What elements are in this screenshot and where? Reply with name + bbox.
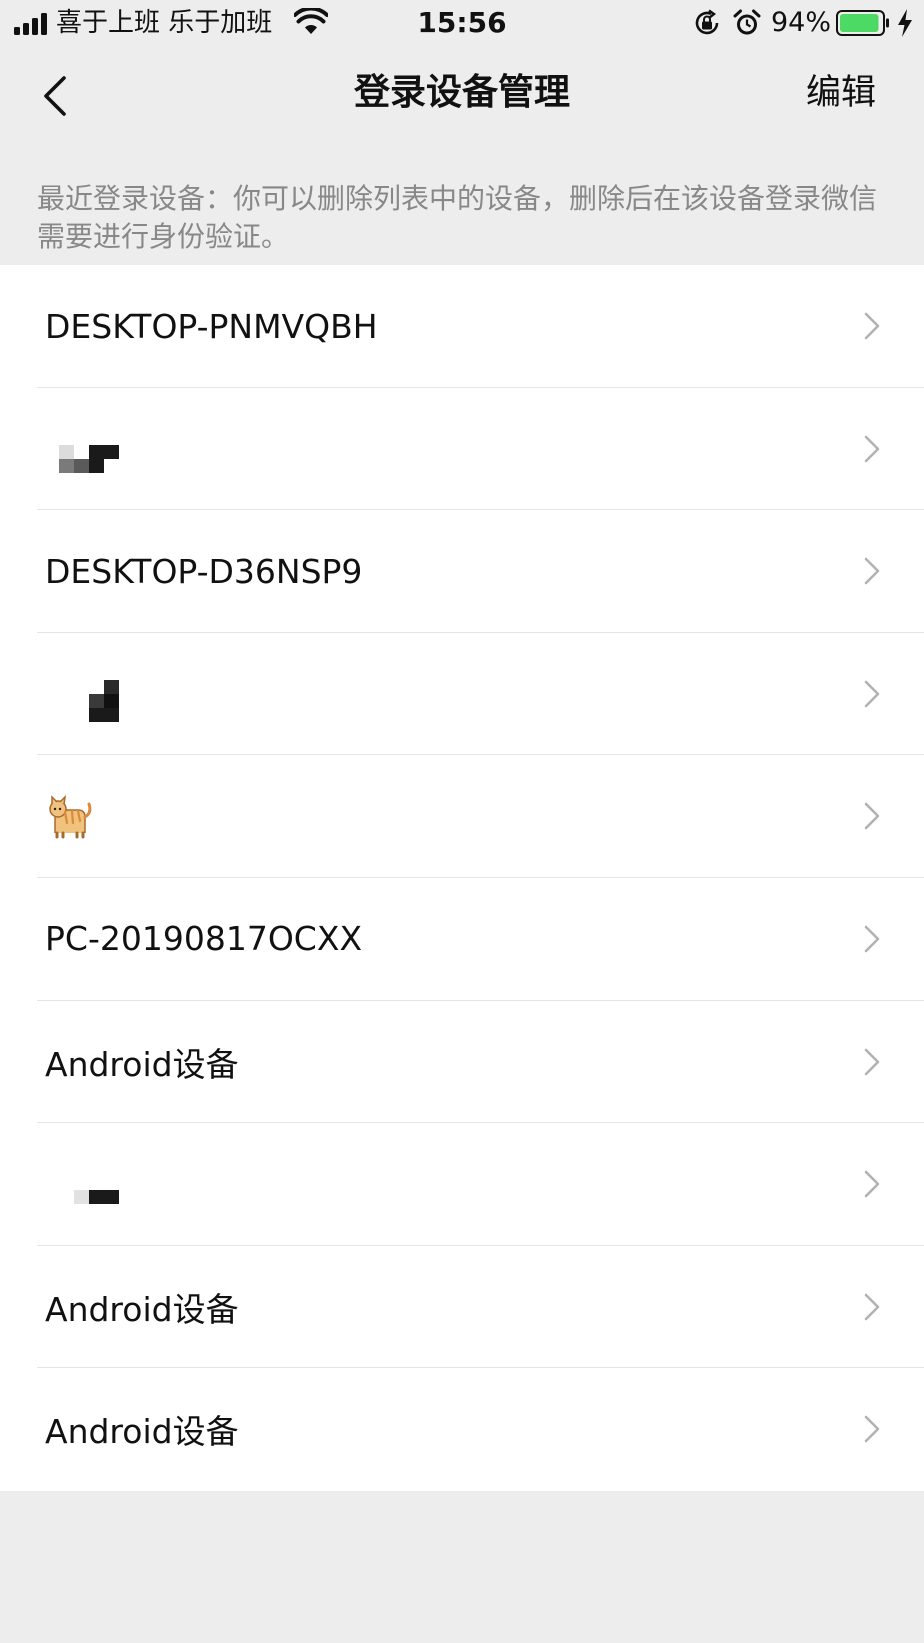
device-list: DESKTOP-PNMVQBH DESKTOP-D36NSP9 PC-20190… — [0, 265, 924, 1491]
chevron-right-icon — [864, 925, 880, 953]
device-row[interactable] — [0, 1123, 924, 1246]
chevron-right-icon — [864, 435, 880, 462]
charging-bolt-icon — [898, 9, 912, 37]
page-title: 登录设备管理 — [353, 72, 570, 113]
cat-icon — [49, 795, 92, 839]
device-row[interactable]: Android设备 — [0, 1368, 924, 1491]
battery-percent: 94% — [771, 7, 832, 38]
device-name: Android设备 — [45, 1044, 239, 1084]
chevron-right-icon — [864, 1048, 880, 1075]
device-row[interactable] — [0, 755, 924, 878]
device-name: PC-20190817OCXX — [45, 919, 363, 959]
device-row[interactable] — [0, 633, 924, 756]
chevron-right-icon — [864, 1170, 880, 1198]
device-name: DESKTOP-D36NSP9 — [45, 551, 363, 591]
device-row[interactable]: Android设备 — [0, 1001, 924, 1124]
device-name: Android设备 — [45, 1412, 239, 1452]
chevron-right-icon — [864, 803, 880, 830]
device-name: DESKTOP-PNMVQBH — [45, 306, 378, 346]
battery-icon — [836, 10, 889, 36]
chevron-right-icon — [864, 680, 880, 708]
device-row[interactable] — [0, 388, 924, 511]
device-row[interactable]: Android设备 — [0, 1246, 924, 1369]
chevron-right-icon — [864, 557, 880, 585]
edit-button[interactable]: 编辑 — [806, 71, 876, 115]
chevron-right-icon — [864, 1416, 880, 1443]
device-row[interactable]: DESKTOP-PNMVQBH — [0, 265, 924, 388]
device-name: Android设备 — [45, 1289, 239, 1329]
status-bar: 喜于上班 乐于加班 15:56 94% — [0, 0, 924, 46]
chevron-right-icon — [864, 312, 880, 340]
chevron-right-icon — [864, 1293, 880, 1321]
hint-text: 最近登录设备：你可以删除列表中的设备，删除后在该设备登录微信需要进行身份验证。 — [37, 182, 878, 253]
alarm-icon — [733, 9, 761, 35]
nav-bar: 登录设备管理 编辑 — [0, 46, 924, 142]
device-row[interactable]: PC-20190817OCXX — [0, 878, 924, 1001]
orientation-lock-icon — [695, 9, 719, 35]
device-row[interactable]: DESKTOP-D36NSP9 — [0, 510, 924, 633]
